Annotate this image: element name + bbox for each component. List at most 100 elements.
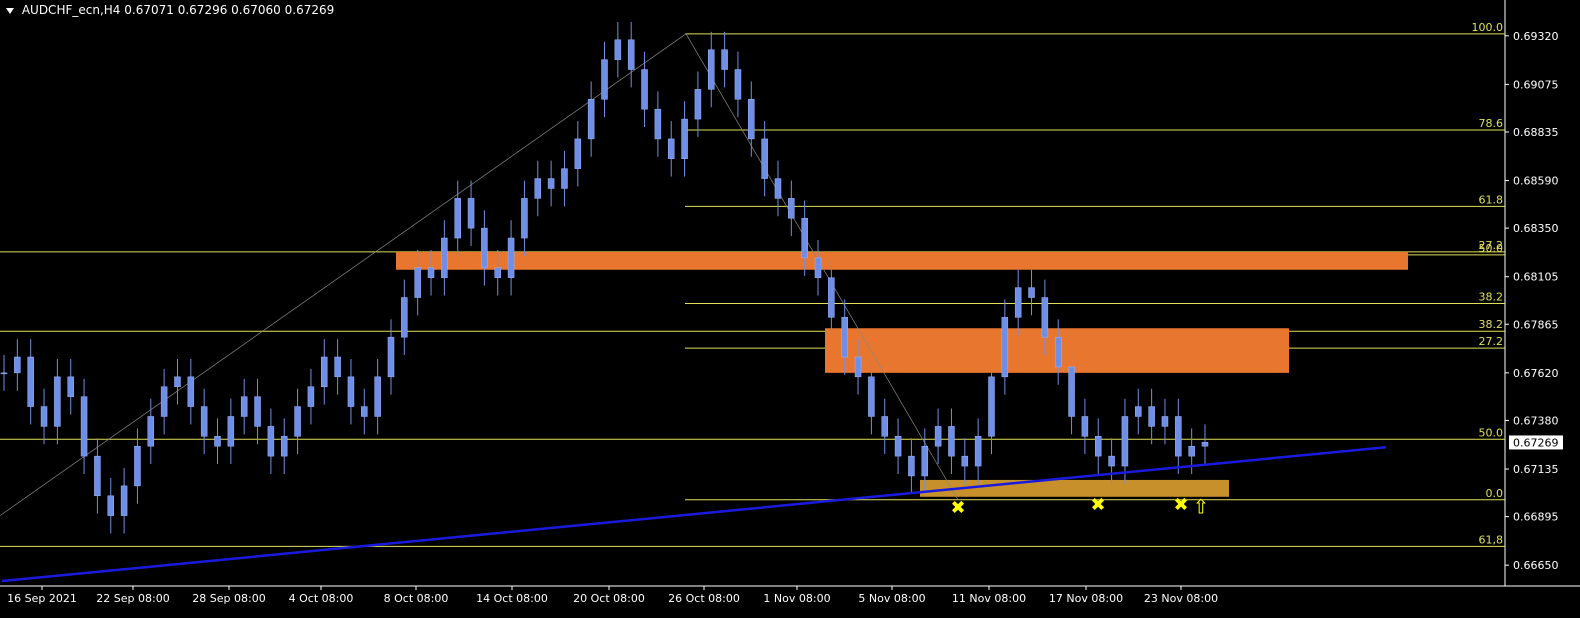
ohlc-high: 0.67296 — [177, 3, 228, 17]
price-tick-label: 0.67865 — [1513, 318, 1559, 331]
candle-body — [267, 426, 275, 457]
candle-body — [694, 89, 702, 120]
time-tick-label: 22 Sep 08:00 — [96, 592, 169, 605]
candle-body — [1014, 287, 1022, 318]
candle-body — [1121, 416, 1129, 467]
candle-body — [27, 356, 34, 407]
candle-body — [1188, 445, 1195, 457]
price-tick-label: 0.68350 — [1513, 222, 1559, 235]
candle-body — [1054, 336, 1062, 368]
candle-body — [894, 436, 902, 457]
extension-level-label-3: 61,8 — [1479, 533, 1504, 546]
time-tick-label: 14 Oct 08:00 — [476, 592, 548, 605]
candle-body — [14, 356, 21, 374]
time-tick-label: 23 Nov 08:00 — [1144, 592, 1218, 605]
cross-marker-icon: ✖ — [950, 498, 965, 519]
time-tick-label: 28 Sep 08:00 — [192, 592, 265, 605]
candle-body — [401, 297, 408, 338]
candle-body — [334, 356, 341, 378]
candle-body — [147, 416, 155, 447]
candle-body — [494, 267, 501, 278]
candle-body — [601, 59, 608, 100]
candle-body — [481, 227, 488, 269]
candle-body — [507, 237, 515, 278]
candle-body — [107, 495, 115, 516]
candle-body — [801, 217, 808, 259]
candle-body — [828, 277, 835, 318]
candle-body — [454, 198, 461, 239]
candle-body — [1148, 406, 1155, 427]
extension-level-label-2: 50.0 — [1479, 426, 1504, 439]
price-chart[interactable]: 27.2 38.2 50.0 61,8 100.0 78.6 61.8 50.0 38.2 27.… — [0, 0, 1580, 614]
candle-body — [934, 426, 942, 447]
candle-body — [307, 386, 315, 407]
candle-body — [761, 138, 768, 179]
price-tick-label: 0.68590 — [1513, 175, 1559, 188]
candle-body — [627, 39, 635, 70]
candle-body — [988, 376, 995, 437]
price-tick-label: 0.69075 — [1513, 78, 1559, 91]
time-tick-label: 20 Oct 08:00 — [573, 592, 645, 605]
fib-level-label-6: 0.0 — [1486, 487, 1504, 500]
candle-body — [534, 178, 542, 199]
time-tick-label: 16 Sep 2021 — [7, 592, 77, 605]
candle-body — [374, 376, 381, 417]
time-tick-label: 5 Nov 08:00 — [858, 592, 925, 605]
candle-body — [467, 198, 475, 229]
time-tick-label: 4 Oct 08:00 — [289, 592, 354, 605]
candle-body — [321, 356, 328, 387]
candle-body — [414, 267, 421, 298]
candle-body — [574, 138, 582, 169]
candle-body — [1068, 366, 1075, 417]
candle-body — [227, 416, 235, 447]
candle-body — [587, 99, 595, 140]
extension-level-label-1: 38.2 — [1479, 318, 1504, 331]
candle-body — [1001, 317, 1009, 378]
price-tick-label: 0.66895 — [1513, 511, 1559, 524]
candle-body — [748, 99, 755, 140]
candle-body — [881, 416, 888, 437]
cross-marker-icon: ✖ — [1090, 495, 1105, 516]
time-tick-label: 17 Nov 08:00 — [1049, 592, 1123, 605]
time-tick-label: 1 Nov 08:00 — [763, 592, 830, 605]
candle-body — [240, 396, 248, 417]
candle-body — [734, 69, 742, 100]
candle-body — [347, 376, 355, 407]
candle-body — [1108, 455, 1115, 467]
candle-body — [667, 138, 675, 159]
candle-body — [1094, 436, 1102, 457]
ohlc-close: 0.67269 — [284, 3, 335, 17]
chart-canvas[interactable]: 27.238.250.061,8100.078.661.850.038.227.… — [0, 0, 1580, 614]
candle-body — [654, 108, 662, 140]
candle-body — [868, 376, 875, 417]
price-tick-label: 0.68835 — [1513, 126, 1559, 139]
fib-swing-line-1 — [0, 33, 687, 516]
candle-body — [0, 372, 8, 375]
buy-arrow-icon: ⇧ — [1193, 495, 1210, 519]
time-tick-label: 26 Oct 08:00 — [668, 592, 740, 605]
candle-body — [788, 198, 795, 219]
candle-body — [841, 317, 848, 358]
price-tick-label: 0.67620 — [1513, 367, 1559, 380]
candle-body — [134, 445, 141, 487]
dropdown-triangle-icon[interactable] — [6, 7, 14, 14]
resistance-zone-upper — [396, 251, 1408, 270]
candle-body — [1081, 416, 1089, 437]
candle-body — [280, 436, 288, 457]
candle-body — [681, 118, 688, 159]
time-tick-label: 8 Oct 08:00 — [384, 592, 449, 605]
candle-body — [521, 198, 528, 239]
candle-body — [948, 426, 955, 457]
candle-body — [200, 406, 208, 437]
candle-body — [387, 336, 395, 378]
candle-body — [187, 376, 195, 407]
candle-body — [94, 455, 101, 497]
candle-body — [1028, 287, 1035, 298]
ohlc-open: 0.67071 — [124, 3, 174, 17]
current-price-label: 0.67269 — [1513, 436, 1559, 449]
candle-body — [67, 376, 74, 397]
candle-body — [814, 257, 822, 278]
cross-marker-icon: ✖ — [1173, 495, 1188, 516]
price-tick-label: 0.67135 — [1513, 463, 1559, 476]
candle-body — [174, 376, 181, 387]
